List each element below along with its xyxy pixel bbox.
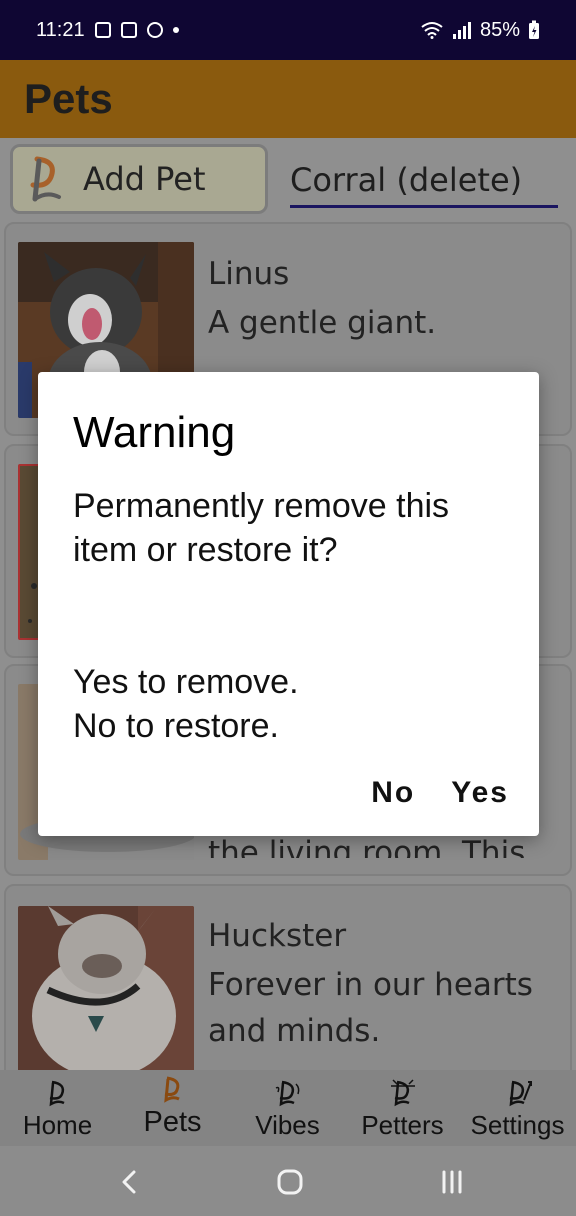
calendar-icon <box>120 22 137 38</box>
system-nav-bar <box>0 1146 576 1216</box>
sync-icon <box>146 22 163 38</box>
nav-item-vibes[interactable]: Vibes <box>230 1078 345 1141</box>
status-bar: 11:21 85% <box>0 0 576 60</box>
petters-icon <box>390 1079 415 1107</box>
dialog-instructions: Yes to remove. No to restore. <box>73 663 299 745</box>
app-logo-icon <box>30 156 61 202</box>
yes-button[interactable]: Yes <box>451 776 509 810</box>
pet-name: Linus <box>208 256 290 292</box>
clock: 11:21 <box>36 18 85 41</box>
corral-dropdown[interactable]: Corral (delete) <box>290 152 558 208</box>
pet-card[interactable]: Huckster Forever in our hearts and minds… <box>4 884 572 1084</box>
bottom-nav: Home Pets Vibes Petters Settings <box>0 1070 576 1146</box>
add-pet-button[interactable]: Add Pet <box>10 144 268 214</box>
nav-label: Pets <box>143 1106 202 1138</box>
pets-icon <box>163 1076 180 1103</box>
more-notifications-icon <box>172 27 179 33</box>
pet-name: Huckster <box>208 918 347 954</box>
warning-dialog: Warning Permanently remove this item or … <box>38 372 539 836</box>
dialog-message: Permanently remove this item or restore … <box>73 487 450 569</box>
battery-charging-icon <box>529 20 539 39</box>
nav-label: Petters <box>361 1110 444 1140</box>
pet-photo <box>18 906 194 1072</box>
home-icon <box>49 1080 65 1107</box>
nav-item-home[interactable]: Home <box>0 1078 115 1141</box>
nav-item-petters[interactable]: Petters <box>345 1078 460 1141</box>
nav-label: Vibes <box>255 1110 320 1140</box>
recents-icon[interactable] <box>432 1164 472 1200</box>
pet-description: A gentle giant. <box>208 305 437 341</box>
nav-item-pets[interactable]: Pets <box>115 1074 230 1139</box>
dialog-title: Warning <box>73 408 236 457</box>
battery-percent: 85% <box>479 18 520 41</box>
toolbar-row: Add Pet Corral (delete) <box>8 142 568 214</box>
settings-icon <box>509 1080 532 1107</box>
nav-item-settings[interactable]: Settings <box>460 1078 575 1141</box>
signal-icon <box>452 22 471 39</box>
gallery-icon <box>94 22 111 38</box>
status-right: 85% <box>420 19 540 42</box>
back-icon[interactable] <box>110 1164 150 1200</box>
nav-label: Home <box>22 1110 93 1140</box>
bulldog-photo-image <box>18 906 194 1072</box>
home-button-icon[interactable] <box>270 1164 310 1200</box>
wifi-icon <box>421 22 443 39</box>
add-pet-label: Add Pet <box>83 160 206 198</box>
page-title: Pets <box>24 75 113 122</box>
pet-description: Forever in our hearts and minds. <box>208 967 533 1049</box>
dialog-actions: No Yes <box>371 776 509 810</box>
status-left: 11:21 <box>36 19 179 42</box>
vibes-icon <box>275 1080 299 1107</box>
no-button[interactable]: No <box>371 776 415 810</box>
nav-label: Settings <box>470 1110 565 1140</box>
corral-value: Corral (delete) <box>290 161 523 199</box>
app-bar: Pets <box>0 60 576 138</box>
